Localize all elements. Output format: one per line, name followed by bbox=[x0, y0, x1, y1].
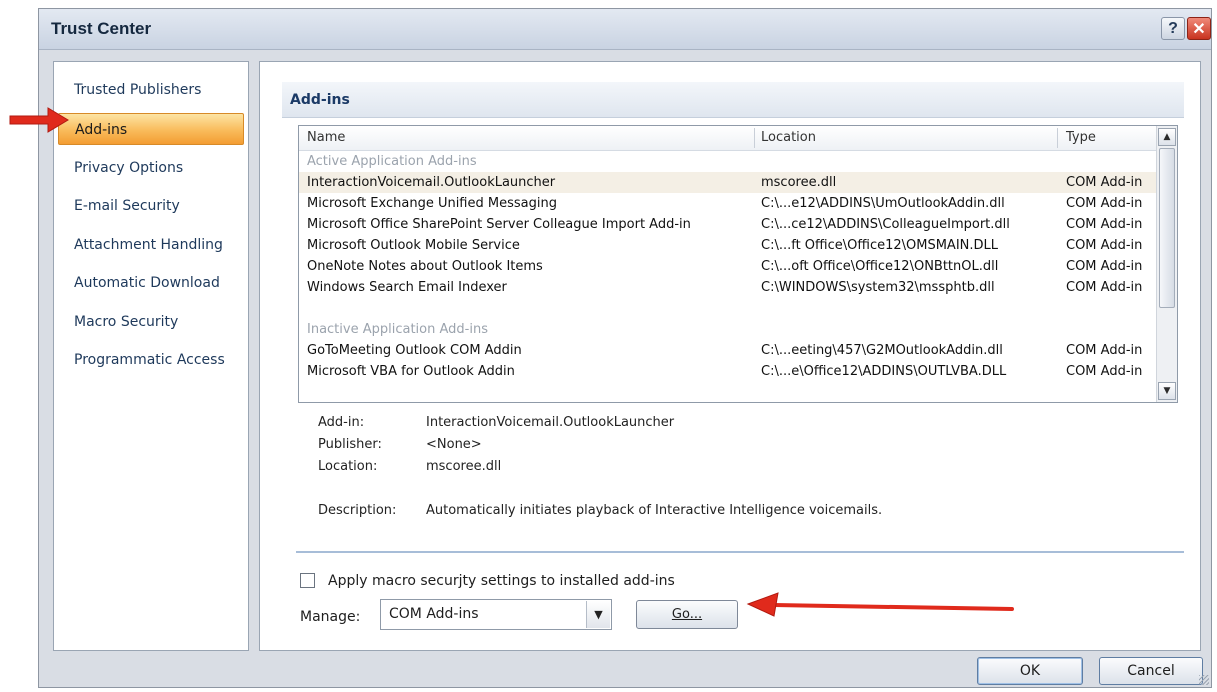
nav-item-privacy-options[interactable]: Privacy Options bbox=[58, 152, 244, 184]
addin-type: COM Add-in bbox=[1066, 259, 1143, 274]
group-header-inactive: Inactive Application Add-ins bbox=[299, 319, 1157, 340]
trust-center-dialog: Trust Center ? ✕ Trusted Publishers Add-… bbox=[38, 8, 1212, 688]
addin-name: Microsoft Exchange Unified Messaging bbox=[307, 196, 557, 211]
vertical-scrollbar[interactable]: ▲ ▼ bbox=[1156, 126, 1177, 402]
go-button[interactable]: Go... bbox=[636, 600, 738, 629]
manage-label: Manage: bbox=[300, 609, 361, 625]
annotation-arrow-icon bbox=[9, 107, 69, 133]
nav-item-label: E-mail Security bbox=[74, 198, 180, 214]
nav-item-label: Attachment Handling bbox=[74, 237, 223, 253]
chevron-up-icon: ▲ bbox=[1163, 132, 1171, 142]
chevron-down-icon: ▼ bbox=[1163, 386, 1171, 396]
addin-type: COM Add-in bbox=[1066, 238, 1143, 253]
addin-location: C:\...eeting\457\G2MOutlookAddin.dll bbox=[761, 343, 1003, 358]
addin-name: Microsoft Office SharePoint Server Colle… bbox=[307, 217, 691, 232]
dialog-title: Trust Center bbox=[51, 19, 152, 38]
nav-item-label: Automatic Download bbox=[74, 275, 220, 291]
addin-name: Microsoft Outlook Mobile Service bbox=[307, 238, 520, 253]
resize-grip-icon[interactable] bbox=[1199, 675, 1209, 685]
addin-location: C:\WINDOWS\system32\mssphtb.dll bbox=[761, 280, 995, 295]
trust-center-nav: Trusted Publishers Add-ins Privacy Optio… bbox=[53, 61, 249, 651]
nav-item-label: Programmatic Access bbox=[74, 352, 225, 368]
ok-button[interactable]: OK bbox=[977, 657, 1083, 685]
table-row[interactable]: InteractionVoicemail.OutlookLauncher msc… bbox=[299, 172, 1157, 193]
addin-type: COM Add-in bbox=[1066, 364, 1143, 379]
addin-location: C:\...ft Office\Office12\OMSMAIN.DLL bbox=[761, 238, 999, 253]
detail-label: Publisher: bbox=[318, 437, 382, 452]
addin-location: C:\...oft Office\Office12\ONBttnOL.dll bbox=[761, 259, 999, 274]
detail-value: Automatically initiates playback of Inte… bbox=[426, 503, 883, 518]
addin-name: Microsoft VBA for Outlook Addin bbox=[307, 364, 515, 379]
group-label: Inactive Application Add-ins bbox=[307, 322, 488, 337]
detail-label: Description: bbox=[318, 503, 397, 518]
nav-item-trusted-publishers[interactable]: Trusted Publishers bbox=[58, 74, 244, 106]
column-separator[interactable] bbox=[754, 128, 755, 148]
nav-item-macro-security[interactable]: Macro Security bbox=[58, 306, 244, 338]
table-row[interactable]: GoToMeeting Outlook COM Addin C:\...eeti… bbox=[299, 340, 1157, 361]
nav-item-label: Trusted Publishers bbox=[74, 82, 202, 98]
close-button[interactable]: ✕ bbox=[1187, 17, 1211, 40]
scroll-down-button[interactable]: ▼ bbox=[1158, 382, 1176, 400]
chevron-down-icon[interactable]: ▼ bbox=[586, 601, 610, 628]
nav-item-label: Macro Security bbox=[74, 314, 179, 330]
addins-panel: Add-ins Name Location Type Active Applic… bbox=[259, 61, 1201, 651]
nav-item-attachment-handling[interactable]: Attachment Handling bbox=[58, 229, 244, 261]
addin-location: C:\...e\Office12\ADDINS\OUTLVBA.DLL bbox=[761, 364, 1007, 379]
column-header-name[interactable]: Name bbox=[307, 126, 345, 150]
nav-item-email-security[interactable]: E-mail Security bbox=[58, 190, 244, 222]
addin-type: COM Add-in bbox=[1066, 280, 1143, 295]
table-row[interactable]: Microsoft Exchange Unified Messaging C:\… bbox=[299, 193, 1157, 214]
nav-item-add-ins[interactable]: Add-ins bbox=[58, 113, 244, 145]
group-label: Active Application Add-ins bbox=[307, 154, 477, 169]
macro-settings-checkbox[interactable] bbox=[300, 573, 315, 588]
cancel-button[interactable]: Cancel bbox=[1099, 657, 1203, 685]
addin-type: COM Add-in bbox=[1066, 343, 1143, 358]
title-bar[interactable]: Trust Center ? ✕ bbox=[39, 9, 1211, 50]
table-row[interactable]: OneNote Notes about Outlook Items C:\...… bbox=[299, 256, 1157, 277]
addin-name: OneNote Notes about Outlook Items bbox=[307, 259, 543, 274]
addin-name: InteractionVoicemail.OutlookLauncher bbox=[307, 175, 556, 190]
detail-label: Location: bbox=[318, 459, 378, 474]
manage-select-value: COM Add-ins bbox=[389, 606, 479, 622]
help-icon: ? bbox=[1168, 19, 1178, 37]
table-row[interactable]: Windows Search Email Indexer C:\WINDOWS\… bbox=[299, 277, 1157, 298]
manage-select[interactable]: COM Add-ins ▼ bbox=[380, 599, 612, 630]
section-title: Add-ins bbox=[282, 82, 1184, 118]
list-header: Name Location Type bbox=[299, 126, 1157, 151]
nav-item-programmatic-access[interactable]: Programmatic Access bbox=[58, 344, 244, 376]
addin-location: C:\...e12\ADDINS\UmOutlookAddin.dll bbox=[761, 196, 1005, 211]
nav-item-label: Privacy Options bbox=[74, 160, 184, 176]
addin-name: Windows Search Email Indexer bbox=[307, 280, 507, 295]
annotation-arrow-icon bbox=[746, 592, 1014, 617]
column-header-type[interactable]: Type bbox=[1066, 126, 1096, 150]
column-header-location[interactable]: Location bbox=[761, 126, 816, 150]
close-icon: ✕ bbox=[1192, 20, 1206, 38]
column-separator[interactable] bbox=[1057, 128, 1058, 148]
table-row[interactable]: Microsoft Outlook Mobile Service C:\...f… bbox=[299, 235, 1157, 256]
divider bbox=[296, 551, 1184, 553]
addin-location: C:\...ce12\ADDINS\ColleagueImport.dll bbox=[761, 217, 1010, 232]
macro-settings-label[interactable]: Apply macro securjty settings to install… bbox=[328, 570, 675, 592]
addin-name: GoToMeeting Outlook COM Addin bbox=[307, 343, 522, 358]
detail-value: <None> bbox=[426, 437, 482, 452]
addin-location: mscoree.dll bbox=[761, 175, 837, 190]
detail-value: mscoree.dll bbox=[426, 459, 502, 474]
detail-label: Add-in: bbox=[318, 415, 365, 430]
table-row[interactable]: Microsoft Office SharePoint Server Colle… bbox=[299, 214, 1157, 235]
table-row[interactable]: Microsoft VBA for Outlook Addin C:\...e\… bbox=[299, 361, 1157, 382]
scroll-thumb[interactable] bbox=[1159, 148, 1175, 308]
group-header-active: Active Application Add-ins bbox=[299, 151, 1157, 172]
addin-type: COM Add-in bbox=[1066, 175, 1143, 190]
addins-list[interactable]: Name Location Type Active Application Ad… bbox=[298, 125, 1178, 403]
scroll-up-button[interactable]: ▲ bbox=[1158, 128, 1176, 146]
help-button[interactable]: ? bbox=[1161, 17, 1185, 40]
addin-type: COM Add-in bbox=[1066, 217, 1143, 232]
nav-item-label: Add-ins bbox=[75, 122, 128, 138]
detail-value: InteractionVoicemail.OutlookLauncher bbox=[426, 415, 675, 430]
nav-item-automatic-download[interactable]: Automatic Download bbox=[58, 267, 244, 299]
addin-type: COM Add-in bbox=[1066, 196, 1143, 211]
